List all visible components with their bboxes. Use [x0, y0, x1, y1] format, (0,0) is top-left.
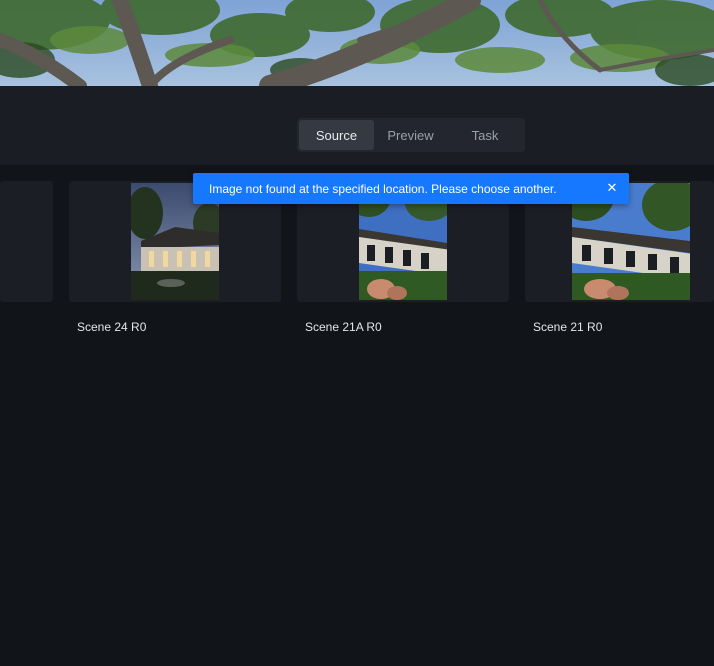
- scene-label: Scene 24 R0: [77, 320, 147, 334]
- tree-canopy-illustration: [0, 0, 714, 86]
- header-bar: Source Preview Task: [0, 86, 714, 165]
- tab-source[interactable]: Source: [299, 120, 374, 150]
- scene-card-partial[interactable]: [0, 181, 53, 302]
- toast-message: Image not found at the specified locatio…: [209, 181, 557, 196]
- tab-task[interactable]: Task: [447, 120, 523, 150]
- view-tabs: Source Preview Task: [297, 118, 525, 152]
- scene-label: Scene 21 R0: [533, 320, 603, 334]
- scene-grid: Scene 24 R0 Scene 21A R0 Scene 21 R0: [0, 165, 714, 666]
- hero-banner-image: [0, 0, 714, 86]
- tab-preview[interactable]: Preview: [374, 120, 447, 150]
- close-icon[interactable]: ✕: [605, 181, 619, 195]
- scene-label: Scene 21A R0: [305, 320, 382, 334]
- error-toast: Image not found at the specified locatio…: [193, 173, 629, 204]
